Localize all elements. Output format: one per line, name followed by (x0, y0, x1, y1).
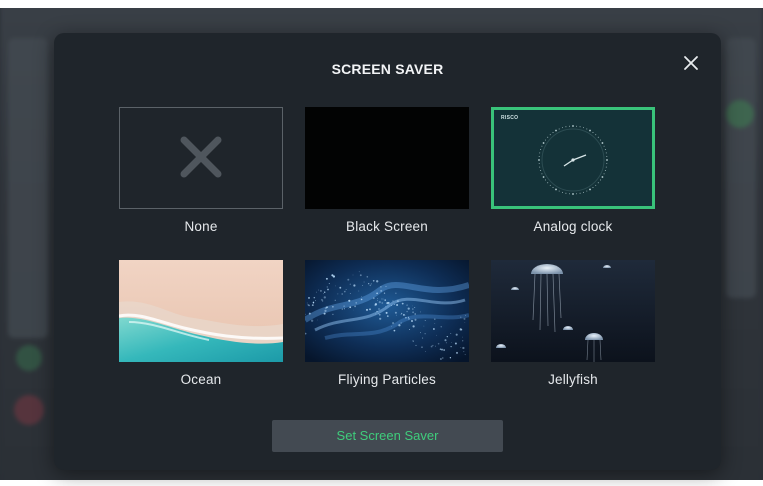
option-ocean[interactable]: Ocean (119, 260, 283, 387)
black-screen-thumbnail (305, 107, 469, 209)
jellyfish-image (491, 260, 655, 362)
ocean-image (119, 260, 283, 362)
close-icon (684, 56, 698, 70)
option-flying-particles[interactable]: Fliying Particles (305, 260, 469, 387)
option-jellyfish[interactable]: Jellyfish (491, 260, 655, 387)
particles-thumbnail (305, 260, 469, 362)
set-screen-saver-button[interactable]: Set Screen Saver (272, 420, 503, 452)
option-black-screen[interactable]: Black Screen (305, 107, 469, 234)
bottom-frame (0, 480, 763, 486)
option-label: Black Screen (346, 219, 428, 234)
option-label: Ocean (180, 372, 222, 387)
option-analog-clock[interactable]: RISCO Analog clock (491, 107, 655, 234)
none-thumbnail (119, 107, 283, 209)
x-icon (180, 136, 222, 178)
analog-clock-thumbnail: RISCO (491, 107, 655, 209)
dialog-title: SCREEN SAVER (331, 61, 444, 77)
particles-image (305, 260, 469, 362)
option-label: Jellyfish (548, 372, 598, 387)
screen-saver-dialog: SCREEN SAVER None Black Screen RISCO Ana… (54, 33, 721, 470)
brand-logo: RISCO (501, 115, 519, 121)
option-label: Analog clock (533, 219, 613, 234)
option-label: None (184, 219, 218, 234)
ocean-thumbnail (119, 260, 283, 362)
jellyfish-thumbnail (491, 260, 655, 362)
option-label: Fliying Particles (338, 372, 436, 387)
clock-icon (538, 125, 608, 195)
option-none[interactable]: None (119, 107, 283, 234)
close-button[interactable] (681, 53, 701, 73)
top-frame (0, 0, 763, 8)
